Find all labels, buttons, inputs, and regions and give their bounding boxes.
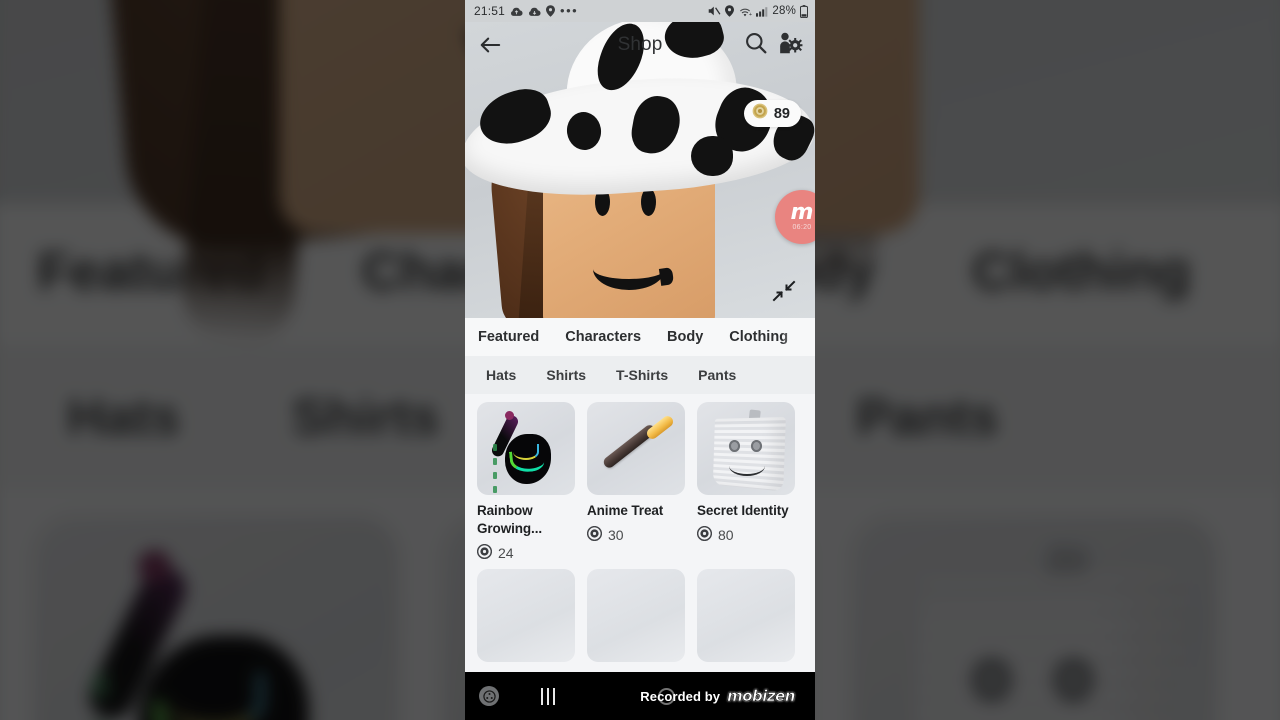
tab-characters[interactable]: Characters xyxy=(565,329,641,345)
volume-mute-icon xyxy=(708,5,721,17)
avatar-customize-icon[interactable] xyxy=(777,31,803,60)
avatar-smile xyxy=(593,248,665,290)
category-tab-bar[interactable]: Featured Characters Body Clothing xyxy=(465,318,815,356)
item-thumbnail[interactable] xyxy=(587,402,685,495)
wifi-icon: + xyxy=(738,6,752,17)
search-icon[interactable] xyxy=(744,31,768,60)
mobizen-logo-letter: m xyxy=(790,199,814,225)
accessibility-icon[interactable] xyxy=(479,686,499,706)
item-price: 24 xyxy=(476,543,575,562)
watermark-prefix: Recorded by xyxy=(640,688,721,704)
roblox-character-avatar xyxy=(465,22,815,318)
token-icon xyxy=(586,525,603,544)
shop-item-grid: Rainbow Growing... 24 Anime Treat 30 Sec… xyxy=(465,394,815,672)
secret-identity-thumb-art xyxy=(697,402,795,495)
loading-tile xyxy=(697,569,795,662)
shop-item-card-placeholder[interactable] xyxy=(477,569,575,662)
shop-item-card[interactable]: Secret Identity 80 xyxy=(696,402,795,562)
video-screenshot-root: Shop xyxy=(0,0,1280,720)
item-row-loading xyxy=(477,569,803,662)
mobizen-wordmark: mobizen xyxy=(727,687,796,706)
recording-timer: 06:20 xyxy=(792,223,812,231)
anime-treat-thumb-art xyxy=(587,402,685,495)
location-pin-icon xyxy=(725,5,735,17)
cellular-signal-icon xyxy=(756,6,768,17)
item-row: Rainbow Growing... 24 Anime Treat 30 Sec… xyxy=(476,402,803,562)
item-price: 30 xyxy=(586,525,685,544)
overflow-dots-icon: ••• xyxy=(560,3,579,18)
location-pin-icon xyxy=(546,5,556,17)
loading-tile xyxy=(477,569,575,662)
subtab-pants[interactable]: Pants xyxy=(698,367,736,383)
tab-featured[interactable]: Featured xyxy=(478,329,539,345)
tab-clothing[interactable]: Clothing xyxy=(729,329,788,345)
currency-amount: 89 xyxy=(773,105,790,122)
item-price-value: 24 xyxy=(498,545,514,561)
battery-icon xyxy=(800,4,808,18)
shop-item-card[interactable]: Anime Treat 30 xyxy=(586,402,685,562)
item-price-value: 80 xyxy=(718,527,734,543)
item-name: Secret Identity xyxy=(697,503,789,518)
token-icon xyxy=(696,525,713,544)
status-bar-clock: 21:51 xyxy=(474,4,506,18)
item-name: Rainbow Growing... xyxy=(477,503,542,536)
shrink-arrows-icon[interactable] xyxy=(771,278,797,304)
gold-coin-icon xyxy=(752,103,768,124)
item-price: 80 xyxy=(696,525,795,544)
subcategory-tab-bar[interactable]: Hats Shirts T-Shirts Pants xyxy=(465,356,815,394)
cloud-upload-icon xyxy=(510,6,523,17)
recorder-watermark: Recorded by mobizen xyxy=(640,687,796,706)
subtab-shirts[interactable]: Shirts xyxy=(546,367,586,383)
phone-recording-frame: 21:51 ••• + 28% Shop 89 m 06:20 Featured… xyxy=(465,0,815,720)
loading-tile xyxy=(587,569,685,662)
android-navigation-bar: Recorded by mobizen xyxy=(465,672,815,720)
item-price-value: 30 xyxy=(608,527,624,543)
battery-percent-label: 28% xyxy=(772,5,796,17)
item-thumbnail[interactable] xyxy=(477,402,575,495)
shop-item-card[interactable]: Rainbow Growing... 24 xyxy=(476,402,575,562)
subtab-hats[interactable]: Hats xyxy=(486,367,516,383)
token-icon xyxy=(476,543,493,562)
app-header: Shop xyxy=(465,22,815,68)
svg-text:+: + xyxy=(749,12,752,17)
currency-badge[interactable]: 89 xyxy=(743,100,801,127)
status-bar: 21:51 ••• + 28% xyxy=(465,0,815,22)
item-thumbnail[interactable] xyxy=(697,402,795,495)
recents-bars-icon[interactable] xyxy=(541,687,555,705)
subtab-tshirts[interactable]: T-Shirts xyxy=(616,367,668,383)
item-name: Anime Treat xyxy=(587,503,664,518)
rainbow-growing-thumb-art xyxy=(477,402,575,495)
cloud-download-icon xyxy=(528,6,541,17)
shop-item-card-placeholder[interactable] xyxy=(587,569,685,662)
tab-body[interactable]: Body xyxy=(667,329,703,345)
avatar-preview-viewport[interactable]: Shop 89 m 06:20 xyxy=(465,22,815,318)
shop-item-card-placeholder[interactable] xyxy=(697,569,795,662)
